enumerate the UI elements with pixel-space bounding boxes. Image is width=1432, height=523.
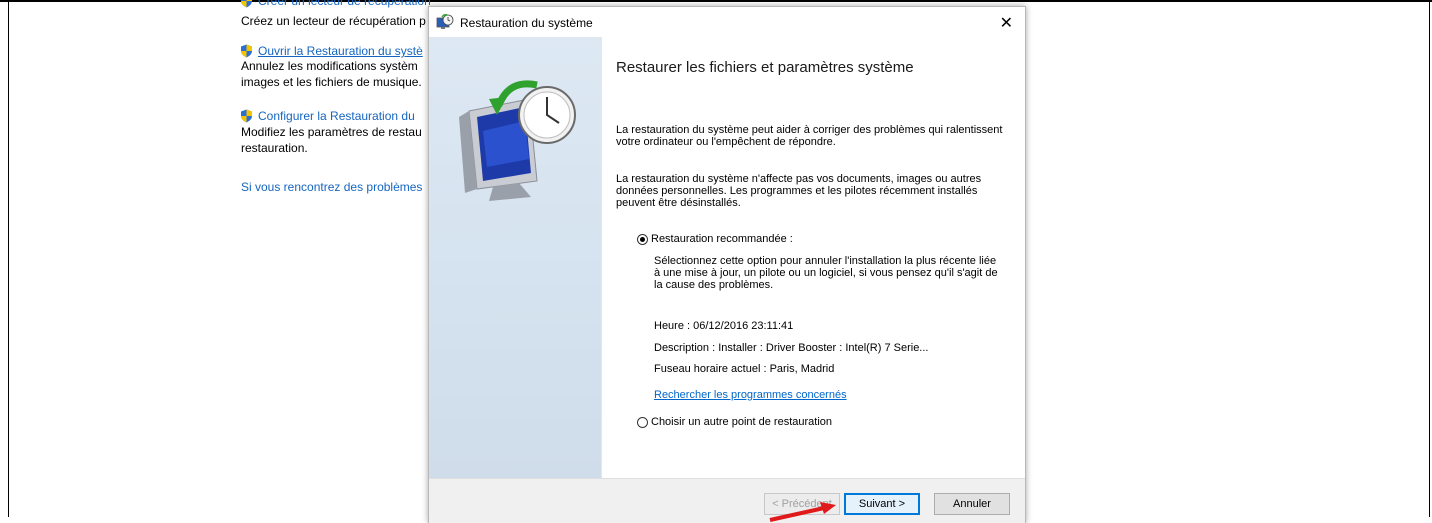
close-icon[interactable]: ✕ [1000, 13, 1013, 33]
shield-icon [241, 109, 252, 123]
restore-description: Description : Installer : Driver Booster… [654, 342, 929, 354]
dialog-footer: < Précédent Suivant > Annuler [429, 478, 1025, 523]
annotation-arrow [769, 502, 836, 522]
shield-icon [241, 0, 252, 8]
dialog-title: Restauration du système [460, 16, 593, 30]
shield-icon [241, 44, 252, 58]
other-restore-point-radio[interactable] [637, 417, 648, 428]
page-frame-right [1429, 0, 1430, 517]
system-restore-dialog: Restauration du système ✕ Restaurer les … [428, 6, 1026, 523]
next-button[interactable]: Suivant > [844, 493, 920, 515]
restore-time: Heure : 06/12/2016 23:11:41 [654, 320, 794, 332]
recommended-restore-desc: Sélectionnez cette option pour annuler l… [654, 255, 998, 291]
open-system-restore-desc-line1: Annulez les modifications systèm [241, 59, 418, 73]
dialog-heading: Restaurer les fichiers et paramètres sys… [616, 59, 914, 76]
dialog-titlebar[interactable]: Restauration du système ✕ [429, 7, 1025, 37]
cancel-button[interactable]: Annuler [934, 493, 1010, 515]
configure-system-restore-link[interactable]: Configurer la Restauration du [258, 109, 415, 124]
open-system-restore-desc-line2: images et les fichiers de musique. [241, 75, 422, 89]
info-paragraph: La restauration du système n'affecte pas… [616, 173, 982, 209]
recommended-restore-label[interactable]: Restauration recommandée : [651, 233, 793, 245]
intro-paragraph: La restauration du système peut aider à … [616, 124, 1003, 148]
configure-system-restore-desc-line2: restauration. [241, 141, 308, 155]
page-frame-top [0, 0, 1432, 2]
other-restore-point-label[interactable]: Choisir un autre point de restauration [651, 416, 832, 428]
open-system-restore-link[interactable]: Ouvrir la Restauration du systè [258, 44, 423, 59]
restore-timezone: Fuseau horaire actuel : Paris, Madrid [654, 363, 835, 375]
dialog-side-panel [429, 37, 601, 478]
page-frame-left [8, 0, 9, 517]
system-restore-icon [436, 14, 454, 29]
dialog-content: Restaurer les fichiers et paramètres sys… [601, 37, 1025, 478]
affected-programs-link[interactable]: Rechercher les programmes concernés [654, 389, 847, 401]
configure-system-restore-desc-line1: Modifiez les paramètres de restau [241, 125, 422, 139]
create-recovery-drive-link[interactable]: Créer un lecteur de récupération [258, 0, 431, 9]
troubleshoot-link[interactable]: Si vous rencontrez des problèmes [241, 180, 422, 195]
monitor-clock-illustration [459, 80, 576, 201]
content-divider [601, 37, 602, 478]
create-recovery-drive-desc: Créez un lecteur de récupération p [241, 14, 426, 28]
recommended-restore-radio[interactable] [637, 234, 648, 245]
